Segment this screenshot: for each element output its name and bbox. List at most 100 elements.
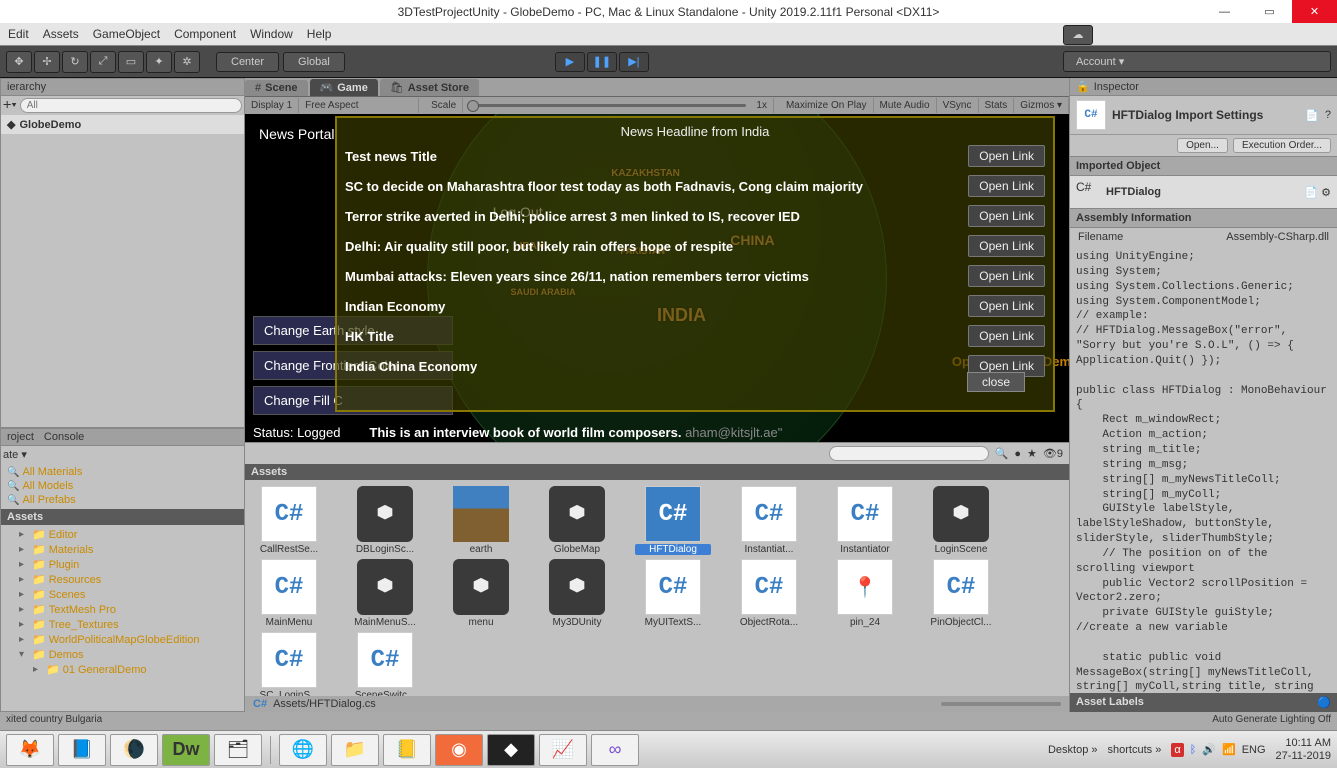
hierarchy-search-input[interactable] (20, 98, 242, 113)
transform-tool-icon[interactable]: ✦ (146, 51, 172, 73)
asset-item[interactable]: C#Instantiat... (731, 486, 807, 555)
scale-slider[interactable] (467, 104, 746, 107)
menu-gameobject[interactable]: GameObject (93, 27, 160, 41)
hierarchy-scene-row[interactable]: ◆ GlobeDemo (1, 115, 244, 134)
folder-generaldemo[interactable]: 📁01 GeneralDemo (7, 662, 238, 677)
news-close-button[interactable]: close (967, 372, 1025, 392)
pause-button[interactable]: ❚❚ (587, 52, 617, 72)
hierarchy-tab[interactable]: ierarchy (1, 79, 244, 96)
taskbar-firefox-icon[interactable]: 🦊 (6, 734, 54, 766)
help-icon[interactable]: ? (1325, 109, 1331, 121)
tray-volume-icon[interactable]: 🔊 (1202, 743, 1216, 756)
asset-item[interactable]: DBLoginSc... (347, 486, 423, 555)
stats-toggle[interactable]: Stats (979, 98, 1015, 113)
component-menu-icon[interactable]: 📄 (1305, 109, 1319, 122)
menu-edit[interactable]: Edit (8, 27, 29, 41)
taskbar-vs-icon[interactable]: ∞ (591, 734, 639, 766)
taskbar-folder-icon[interactable]: 📁 (331, 734, 379, 766)
minimize-button[interactable]: — (1202, 0, 1247, 23)
folder-plugin[interactable]: 📁Plugin (7, 557, 238, 572)
asset-item[interactable]: C#ObjectRota... (731, 559, 807, 628)
asset-item[interactable]: menu (443, 559, 519, 628)
assets-hidden-count[interactable]: 👁9 (1043, 447, 1063, 460)
project-tab[interactable]: roject (7, 431, 34, 443)
thumb-size-slider[interactable] (941, 702, 1061, 706)
tray-bluetooth-icon[interactable]: ᛒ (1190, 744, 1197, 756)
window-close-button[interactable]: ✕ (1292, 0, 1337, 23)
aspect-dropdown[interactable]: Free Aspect (299, 98, 419, 113)
asset-item[interactable]: MainMenuS... (347, 559, 423, 628)
vsync-toggle[interactable]: VSync (937, 98, 979, 113)
component-options-icon[interactable]: 📄 ⚙ (1304, 186, 1331, 199)
execution-order-button[interactable]: Execution Order... (1233, 138, 1331, 153)
hierarchy-create-dropdown[interactable]: 🞤▾ (3, 99, 17, 112)
folder-demos[interactable]: 📁Demos (7, 647, 238, 662)
favorite-all-materials[interactable]: All Materials (7, 465, 238, 479)
inspector-tab[interactable]: Inspector (1094, 81, 1139, 93)
cloud-icon[interactable]: ☁ (1063, 25, 1093, 45)
play-button[interactable]: ▶ (555, 52, 585, 72)
taskbar-dreamweaver-icon[interactable]: Dw (162, 734, 210, 766)
scale-tool-icon[interactable]: ⤢ (90, 51, 116, 73)
taskbar-chart-icon[interactable]: 📈 (539, 734, 587, 766)
custom-tool-icon[interactable]: ✲ (174, 51, 200, 73)
account-dropdown[interactable]: Account ▾ (1063, 51, 1331, 72)
assets-filter-icon[interactable]: 🔍 (995, 447, 1009, 460)
taskbar-notes-icon[interactable]: 📒 (383, 734, 431, 766)
open-link-button[interactable]: Open Link (968, 205, 1045, 227)
assets-search-input[interactable] (829, 446, 989, 461)
folder-worldmap[interactable]: 📁WorldPoliticalMapGlobeEdition (7, 632, 238, 647)
hand-tool-icon[interactable]: ✥ (6, 51, 32, 73)
asset-item[interactable]: C#HFTDialog (635, 486, 711, 555)
mute-audio-toggle[interactable]: Mute Audio (874, 98, 937, 113)
folder-tree-textures[interactable]: 📁Tree_Textures (7, 617, 238, 632)
asset-item[interactable]: My3DUnity (539, 559, 615, 628)
tray-av-icon[interactable]: α (1171, 743, 1183, 757)
tray-language[interactable]: ENG (1242, 744, 1266, 756)
menu-window[interactable]: Window (250, 27, 293, 41)
taskbar-shortcuts-toolbar[interactable]: shortcuts » (1108, 744, 1162, 756)
maximize-on-play-toggle[interactable]: Maximize On Play (780, 98, 874, 113)
asset-item[interactable]: C#Instantiator (827, 486, 903, 555)
asset-item[interactable]: C#CallRestSe... (251, 486, 327, 555)
menu-component[interactable]: Component (174, 27, 236, 41)
taskbar-desktop-toolbar[interactable]: Desktop » (1048, 744, 1098, 756)
open-link-button[interactable]: Open Link (968, 235, 1045, 257)
tray-network-icon[interactable]: 📶 (1222, 743, 1236, 756)
asset-item[interactable]: C#MainMenu (251, 559, 327, 628)
folder-resources[interactable]: 📁Resources (7, 572, 238, 587)
asset-item[interactable]: C#MyUITextS... (635, 559, 711, 628)
asset-item[interactable]: C#SceneSwitc... (347, 632, 423, 696)
rotate-tool-icon[interactable]: ↻ (62, 51, 88, 73)
open-link-button[interactable]: Open Link (968, 325, 1045, 347)
pivot-center-button[interactable]: Center (216, 52, 279, 72)
auto-generate-lighting[interactable]: Auto Generate Lighting Off (1212, 714, 1331, 728)
move-tool-icon[interactable]: ✢ (34, 51, 60, 73)
asset-labels-tag-icon[interactable]: 🔵 (1317, 696, 1331, 709)
open-link-button[interactable]: Open Link (968, 145, 1045, 167)
assets-label-filter-icon[interactable]: ★ (1027, 447, 1037, 460)
taskbar-unity-icon[interactable]: ◆ (487, 734, 535, 766)
asset-item[interactable]: C#PinObjectCl... (923, 559, 999, 628)
gizmos-dropdown[interactable]: Gizmos ▾ (1014, 98, 1069, 113)
maximize-button[interactable]: ▭ (1247, 0, 1292, 23)
project-create-dropdown[interactable]: ate ▾ (3, 448, 27, 461)
rect-tool-icon[interactable]: ▭ (118, 51, 144, 73)
asset-item[interactable]: C#SC_LoginS... (251, 632, 327, 696)
open-script-button[interactable]: Open... (1177, 138, 1228, 153)
tab-scene[interactable]: # Scene (245, 80, 308, 96)
taskbar-eclipse-icon[interactable]: 🌘 (110, 734, 158, 766)
asset-item[interactable]: earth (443, 486, 519, 555)
menu-assets[interactable]: Assets (43, 27, 79, 41)
tray-clock[interactable]: 10:11 AM 27-11-2019 (1276, 737, 1331, 761)
folder-scenes[interactable]: 📁Scenes (7, 587, 238, 602)
lock-icon[interactable]: 🔒 (1076, 80, 1090, 93)
taskbar-explorer-icon[interactable]: 🗂 (214, 734, 262, 766)
taskbar-postman-icon[interactable]: ◉ (435, 734, 483, 766)
console-tab[interactable]: Console (44, 431, 84, 443)
tab-game[interactable]: 🎮 Game (310, 79, 378, 96)
menu-help[interactable]: Help (307, 27, 332, 41)
open-link-button[interactable]: Open Link (968, 295, 1045, 317)
open-link-button[interactable]: Open Link (968, 265, 1045, 287)
folder-textmeshpro[interactable]: 📁TextMesh Pro (7, 602, 238, 617)
